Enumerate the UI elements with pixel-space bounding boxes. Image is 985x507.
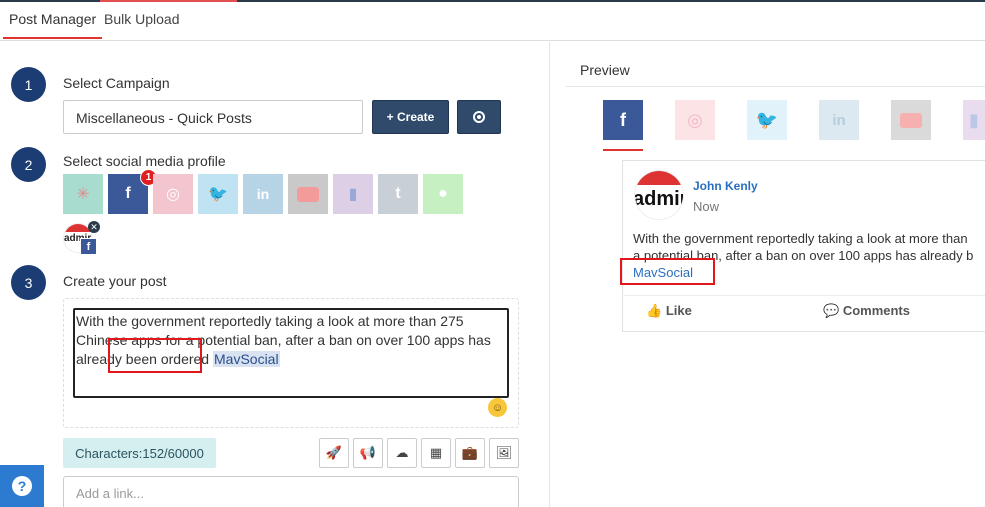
preview-avatar-strip bbox=[635, 171, 683, 185]
highlight-box-preview bbox=[620, 258, 715, 285]
comments-action[interactable]: 💬 Comments bbox=[823, 303, 910, 319]
help-icon: ? bbox=[12, 476, 32, 496]
preview-tab-youtube[interactable] bbox=[891, 100, 931, 140]
step-1-label: Select Campaign bbox=[63, 75, 170, 91]
highlight-box-post bbox=[108, 338, 202, 373]
target-icon bbox=[473, 111, 485, 123]
megaphone-icon[interactable]: 📢 bbox=[353, 438, 383, 468]
briefcase-icon[interactable]: 💼 bbox=[455, 438, 485, 468]
tab-bulk-upload[interactable]: Bulk Upload bbox=[104, 11, 180, 27]
youtube-icon[interactable] bbox=[288, 174, 328, 214]
preview-card-separator bbox=[622, 295, 985, 296]
remove-profile-icon[interactable]: ✕ bbox=[88, 221, 100, 233]
preview-post-time: Now bbox=[693, 199, 720, 214]
emoji-icon[interactable]: ☺ bbox=[488, 398, 507, 417]
post-tag: MavSocial bbox=[213, 351, 280, 367]
spark-icon[interactable]: ✳ bbox=[63, 174, 103, 214]
tab-post-manager[interactable]: Post Manager bbox=[2, 11, 103, 39]
facebook-icon[interactable]: f1 bbox=[108, 169, 157, 214]
preview-avatar-text: admir bbox=[634, 188, 684, 210]
create-campaign-button[interactable]: + Create bbox=[372, 100, 449, 134]
preview-title: Preview bbox=[580, 62, 630, 78]
thumbs-up-icon: 👍 bbox=[646, 303, 663, 318]
image-icon[interactable]: 🖼 bbox=[489, 438, 519, 468]
preview-tab-google-business[interactable]: ▮ bbox=[963, 100, 985, 140]
linkedin-icon[interactable]: in bbox=[243, 174, 283, 214]
preview-tab-instagram[interactable]: ◎ bbox=[675, 100, 715, 140]
cloud-upload-icon[interactable]: ☁ bbox=[387, 438, 417, 468]
help-button[interactable]: ? bbox=[0, 465, 44, 507]
step-3-circle: 3 bbox=[11, 265, 46, 300]
campaign-select[interactable]: Miscellaneous - Quick Posts bbox=[63, 100, 363, 134]
like-action[interactable]: 👍 Like bbox=[646, 303, 692, 319]
step-3-label: Create your post bbox=[63, 273, 167, 289]
google-business-icon[interactable]: ▮ bbox=[333, 174, 373, 214]
target-button[interactable] bbox=[457, 100, 501, 134]
instagram-icon[interactable]: ◎ bbox=[153, 174, 193, 214]
preview-tab-twitter[interactable]: 🐦 bbox=[747, 100, 787, 140]
comment-icon: 💬 bbox=[823, 303, 840, 318]
preview-tab-facebook[interactable]: f bbox=[603, 100, 643, 140]
calendar-icon[interactable]: ▦ bbox=[421, 438, 451, 468]
comments-label: Comments bbox=[842, 303, 910, 318]
like-label: Like bbox=[665, 303, 692, 318]
preview-avatar: admir bbox=[634, 170, 684, 220]
tab-bar: Post Manager Bulk Upload bbox=[0, 2, 985, 41]
step-2-circle: 2 bbox=[11, 147, 46, 182]
step-1-circle: 1 bbox=[11, 67, 46, 102]
wechat-icon[interactable]: ● bbox=[423, 174, 463, 214]
profile-facebook-icon: f bbox=[80, 238, 97, 255]
preview-separator bbox=[566, 86, 985, 87]
rocket-icon[interactable]: 🚀 bbox=[319, 438, 349, 468]
preview-text-line-1: With the government reportedly taking a … bbox=[633, 231, 968, 246]
link-input[interactable]: Add a link... bbox=[63, 476, 519, 507]
tumblr-icon[interactable]: t bbox=[378, 174, 418, 214]
panel-divider bbox=[549, 42, 550, 507]
preview-tab-underline bbox=[603, 149, 643, 151]
preview-tab-linkedin[interactable]: in bbox=[819, 100, 859, 140]
preview-author-name[interactable]: John Kenly bbox=[693, 179, 758, 193]
character-counter: Characters:152/60000 bbox=[63, 438, 216, 468]
step-2-label: Select social media profile bbox=[63, 153, 226, 169]
twitter-icon[interactable]: 🐦 bbox=[198, 174, 238, 214]
